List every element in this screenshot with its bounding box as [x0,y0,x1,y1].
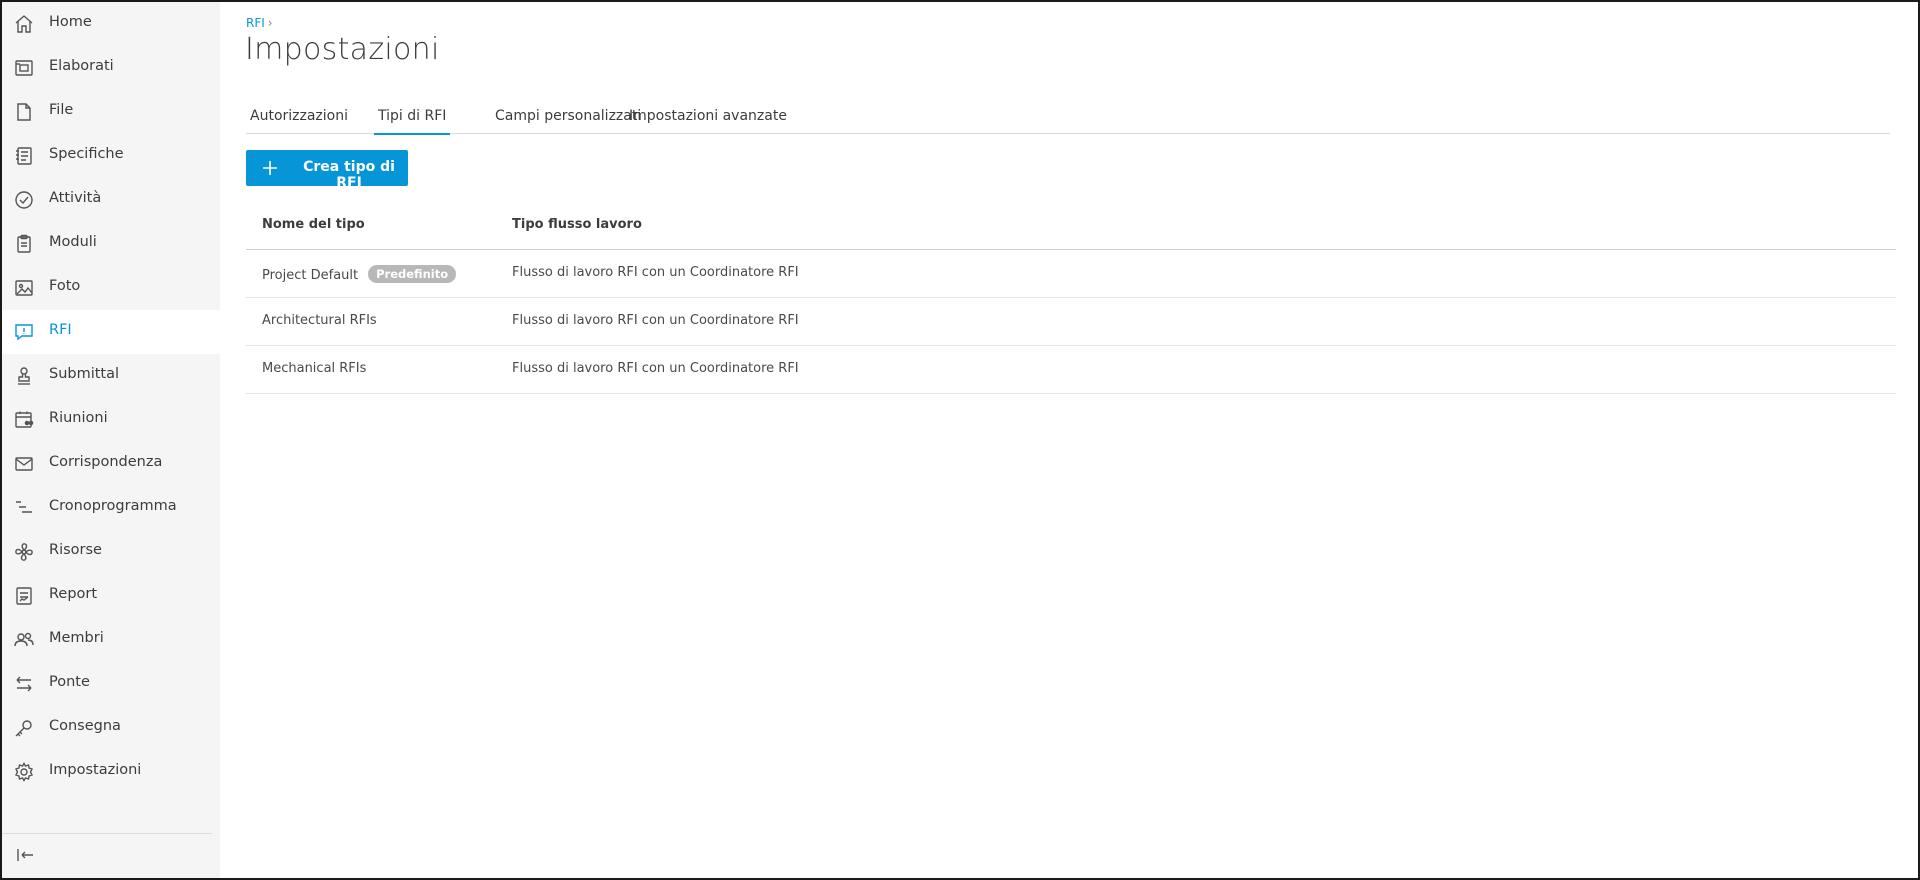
specifications-icon [13,145,35,167]
sidebar-item-submittal[interactable]: Submittal [2,354,220,398]
sidebar-item-label: Ponte [49,674,90,690]
sheets-icon [13,57,35,79]
workflow-type-cell: Flusso di lavoro RFI con un Coordinatore… [512,313,799,328]
members-icon [13,629,35,651]
table-row[interactable]: Architectural RFIs Flusso di lavoro RFI … [246,298,1896,346]
collapse-left-icon [14,844,36,870]
sidebar-item-elaborati[interactable]: Elaborati [2,46,220,90]
sidebar-item-impostazioni[interactable]: Impostazioni [2,750,220,794]
stamp-icon [13,365,35,387]
sidebar-item-label: Home [49,14,92,30]
table-header: Nome del tipo Tipo flusso lavoro [246,206,1896,250]
create-rfi-type-label: Crea tipo di RFI [303,159,395,191]
sidebar-item-report[interactable]: Report [2,574,220,618]
sidebar-item-label: File [49,102,74,118]
sidebar-item-label: Riunioni [49,410,108,426]
sidebar-item-label: Attività [49,190,102,206]
sidebar-item-label: Risorse [49,542,102,558]
sidebar-item-ponte[interactable]: Ponte [2,662,220,706]
sidebar-item-label: RFI [49,322,72,338]
breadcrumb-link-rfi[interactable]: RFI [246,16,265,30]
sidebar-item-attivita[interactable]: Attività [2,178,220,222]
sidebar-item-moduli[interactable]: Moduli [2,222,220,266]
sidebar-item-label: Impostazioni [49,762,142,778]
tab-tipi-di-rfi[interactable]: Tipi di RFI [374,104,451,135]
sidebar-item-cronoprogramma[interactable]: Cronoprogramma [2,486,220,530]
sidebar: Home Elaborati File Specifiche Attività … [2,2,220,878]
sidebar-item-label: Corrispondenza [49,454,163,470]
sidebar-item-label: Elaborati [49,58,114,74]
table-row[interactable]: Project Default Predefinito Flusso di lav… [246,250,1896,298]
workflow-type-cell: Flusso di lavoro RFI con un Coordinatore… [512,361,799,376]
report-icon [13,585,35,607]
sidebar-item-label: Membri [49,630,104,646]
sidebar-item-foto[interactable]: Foto [2,266,220,310]
collapse-sidebar-button[interactable] [13,845,37,869]
key-icon [13,717,35,739]
sidebar-item-membri[interactable]: Membri [2,618,220,662]
breadcrumb-separator: › [267,16,273,30]
sidebar-item-risorse[interactable]: Risorse [2,530,220,574]
workflow-type-cell: Flusso di lavoro RFI con un Coordinatore… [512,265,799,280]
clipboard-icon [13,233,35,255]
calendar-people-icon [13,409,35,431]
app-window: Home Elaborati File Specifiche Attività … [0,0,1920,880]
sidebar-item-label: Report [49,586,98,602]
tab-autorizzazioni[interactable]: Autorizzazioni [246,104,352,134]
main-content: RFI › Impostazioni Autorizzazioni Tipi d… [220,2,1918,878]
check-circle-icon [13,189,35,211]
type-name: Project Default [262,268,359,283]
schedule-icon [13,497,35,519]
type-name-cell: Mechanical RFIs [262,361,367,376]
sidebar-item-file[interactable]: File [2,90,220,134]
type-name-cell: Architectural RFIs [262,313,377,328]
tab-bar: Autorizzazioni Tipi di RFI Campi persona… [246,104,1890,135]
breadcrumb: RFI › [246,16,273,30]
file-icon [13,101,35,123]
tab-campi-personalizzati[interactable]: Campi personalizzati [491,104,645,134]
fan-icon [13,541,35,563]
sidebar-divider [2,833,212,834]
page-title: Impostazioni [245,32,440,67]
sidebar-item-specifiche[interactable]: Specifiche [2,134,220,178]
sidebar-item-home[interactable]: Home [2,2,220,46]
gear-icon [13,761,35,783]
photo-icon [13,277,35,299]
create-rfi-type-button[interactable]: Crea tipo di RFI [246,150,408,191]
default-badge: Predefinito [368,265,457,283]
column-header-name[interactable]: Nome del tipo [262,217,365,232]
sidebar-item-label: Cronoprogramma [49,498,177,514]
sidebar-item-label: Specifiche [49,146,124,162]
column-header-workflow[interactable]: Tipo flusso lavoro [512,217,642,232]
sidebar-item-label: Moduli [49,234,97,250]
tab-impostazioni-avanzate[interactable]: Impostazioni avanzate [625,104,791,134]
home-icon [13,13,35,35]
sidebar-item-corrispondenza[interactable]: Corrispondenza [2,442,220,486]
table-row[interactable]: Mechanical RFIs Flusso di lavoro RFI con… [246,346,1896,394]
sidebar-item-label: Submittal [49,366,120,382]
sidebar-item-riunioni[interactable]: Riunioni [2,398,220,442]
rfi-icon [13,321,35,343]
sidebar-item-label: Foto [49,278,81,294]
sidebar-item-consegna[interactable]: Consegna [2,706,220,750]
bridge-arrows-icon [13,673,35,695]
mail-icon [13,453,35,475]
type-name-cell: Project Default Predefinito [262,265,457,283]
plus-icon [261,159,279,177]
sidebar-item-rfi[interactable]: RFI [2,310,220,354]
sidebar-item-label: Consegna [49,718,121,734]
